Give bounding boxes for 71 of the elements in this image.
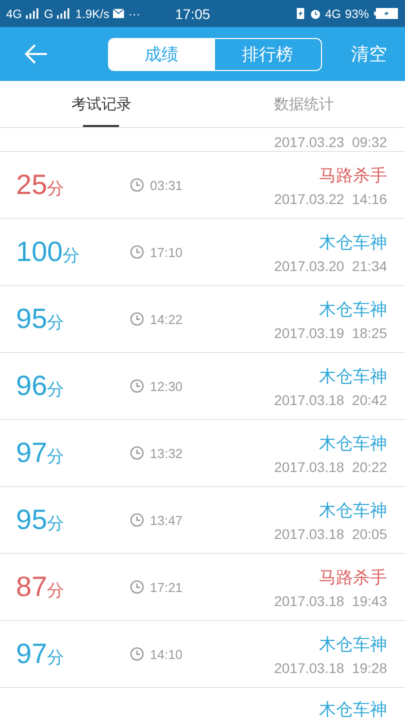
battery-saver-icon — [294, 8, 306, 19]
clock-icon — [130, 446, 144, 460]
rank-title: 木仓车神 — [319, 232, 387, 254]
tab[interactable]: 考试记录 — [0, 81, 202, 127]
clock-icon — [130, 580, 144, 594]
duration: 17:21 — [150, 580, 183, 594]
record-date: 2017.03.18 20:42 — [274, 392, 387, 408]
clock-icon — [130, 245, 144, 259]
duration: 17:10 — [150, 244, 183, 260]
duration: 13:47 — [150, 512, 183, 528]
score: 25分 — [16, 169, 66, 201]
network-label: 4G — [6, 6, 22, 20]
network-label: G — [44, 6, 54, 20]
duration: 03:31 — [150, 178, 183, 192]
alarm-icon — [310, 8, 321, 19]
clock: 17:05 — [175, 6, 210, 22]
record-row[interactable]: 97分 13:32 木仓车神 2017.03.18 20:22 — [0, 420, 405, 487]
record-date: 2017.03.18 19:28 — [274, 660, 387, 676]
rank-title: 木仓车神 — [319, 432, 387, 454]
score: 97分 — [16, 437, 66, 469]
more-indicator: ··· — [128, 6, 140, 20]
segment-tab[interactable]: 成绩 — [108, 38, 214, 70]
record-row[interactable]: 97分 14:10 木仓车神 2017.03.18 19:28 — [0, 621, 405, 688]
segment-tab[interactable]: 排行榜 — [214, 38, 320, 70]
record-row[interactable]: 25分 03:31 马路杀手 2017.03.22 14:16 — [0, 152, 405, 219]
record-date: 2017.03.18 19:43 — [274, 592, 387, 608]
rank-title: 木仓车神 — [319, 500, 387, 522]
record-date: 2017.03.18 20:22 — [274, 458, 387, 474]
tab[interactable]: 数据统计 — [202, 81, 405, 127]
score: 87分 — [16, 571, 66, 603]
clock-icon — [130, 379, 144, 393]
record-row[interactable]: 95分 13:47 木仓车神 2017.03.18 20:05 — [0, 487, 405, 554]
rank-title: 木仓车神 — [319, 366, 387, 388]
duration: 12:30 — [150, 378, 183, 394]
network-speed: 1.9K/s — [75, 6, 110, 20]
clock-icon — [130, 647, 144, 661]
record-date: 2017.03.22 14:16 — [274, 190, 387, 206]
record-date: 2017.03.23 09:32 — [274, 134, 387, 150]
clock-icon — [130, 178, 144, 192]
battery-level: 93% — [344, 6, 369, 20]
battery-icon — [372, 8, 399, 19]
clock-icon — [130, 312, 144, 326]
record-row[interactable]: 木仓车神 — [0, 688, 405, 720]
record-row[interactable]: 87分 17:21 马路杀手 2017.03.18 19:43 — [0, 554, 405, 621]
record-date: 2017.03.19 18:25 — [274, 324, 387, 340]
back-arrow-icon — [24, 44, 48, 64]
clock-icon — [130, 513, 144, 527]
score: 97分 — [16, 638, 66, 670]
signal-icon — [26, 8, 40, 19]
score: 100分 — [16, 236, 81, 268]
record-row[interactable]: 96分 12:30 木仓车神 2017.03.18 20:42 — [0, 353, 405, 420]
clear-button[interactable]: 清空 — [347, 38, 391, 70]
duration: 13:32 — [150, 446, 183, 460]
duration: 14:22 — [150, 312, 183, 326]
record-row[interactable]: 100分 17:10 木仓车神 2017.03.20 21:34 — [0, 219, 405, 286]
score: 96分 — [16, 370, 66, 402]
record-row[interactable]: 2017.03.23 09:32 — [0, 128, 405, 152]
rank-title: 木仓车神 — [319, 634, 387, 656]
record-row[interactable]: 95分 14:22 木仓车神 2017.03.19 18:25 — [0, 286, 405, 353]
rank-title: 木仓车神 — [319, 699, 387, 720]
score: 95分 — [16, 303, 66, 335]
duration: 14:10 — [150, 646, 183, 662]
signal-icon — [57, 8, 72, 19]
rank-title: 马路杀手 — [319, 164, 387, 186]
record-date: 2017.03.20 21:34 — [274, 258, 387, 274]
record-date: 2017.03.18 20:05 — [274, 526, 387, 542]
score: 95分 — [16, 504, 66, 536]
rank-title: 木仓车神 — [319, 298, 387, 320]
mail-icon — [113, 8, 124, 19]
rank-title: 马路杀手 — [319, 566, 387, 588]
network-label: 4G — [324, 6, 341, 20]
